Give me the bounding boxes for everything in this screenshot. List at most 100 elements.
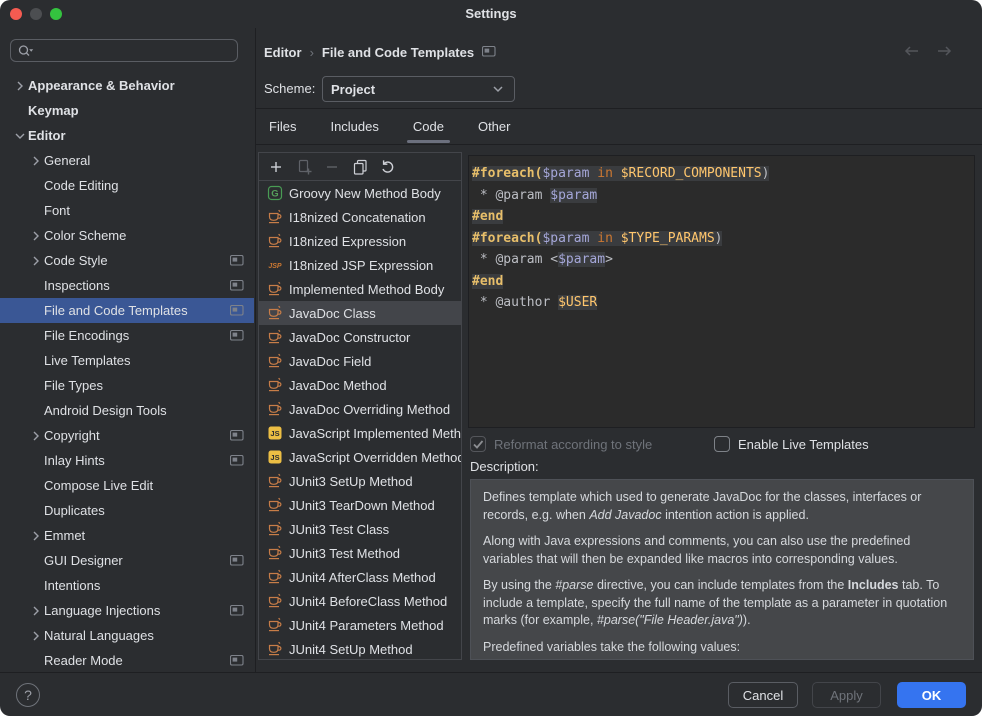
- sidebar-item-color-scheme[interactable]: Color Scheme: [0, 223, 254, 248]
- sidebar-item-emmet[interactable]: Emmet: [0, 523, 254, 548]
- sidebar-item-general[interactable]: General: [0, 148, 254, 173]
- template-item-junit4-parameters-method[interactable]: JUnit4 Parameters Method: [259, 613, 461, 637]
- chevron-down-icon[interactable]: [12, 128, 28, 144]
- sidebar-item-compose-live-edit[interactable]: Compose Live Edit: [0, 473, 254, 498]
- ok-button[interactable]: OK: [897, 682, 966, 708]
- sidebar-item-inlay-hints[interactable]: Inlay Hints: [0, 448, 254, 473]
- search-input[interactable]: [34, 42, 231, 59]
- java-file-icon: [267, 569, 283, 585]
- template-item-label: JavaDoc Field: [289, 354, 371, 369]
- template-list: GGroovy New Method BodyI18nized Concaten…: [259, 181, 461, 660]
- sidebar-item-reader-mode[interactable]: Reader Mode: [0, 648, 254, 672]
- sidebar-item-natural-languages[interactable]: Natural Languages: [0, 623, 254, 648]
- breadcrumb-editor[interactable]: Editor: [264, 45, 302, 60]
- template-item-i18nized-jsp-expression[interactable]: JSPI18nized JSP Expression: [259, 253, 461, 277]
- sidebar-item-keymap[interactable]: Keymap: [0, 98, 254, 123]
- sidebar-item-gui-designer[interactable]: GUI Designer: [0, 548, 254, 573]
- tree-indent: [28, 403, 44, 419]
- reset-to-default-icon[interactable]: [379, 158, 397, 176]
- title-bar: Settings: [0, 0, 982, 28]
- checkbox-box: [470, 436, 486, 452]
- template-item-javadoc-method[interactable]: JavaDoc Method: [259, 373, 461, 397]
- sidebar-item-live-templates[interactable]: Live Templates: [0, 348, 254, 373]
- template-item-junit4-afterclass-method[interactable]: JUnit4 AfterClass Method: [259, 565, 461, 589]
- arrow-left-icon[interactable]: [902, 44, 920, 58]
- java-file-icon: [267, 593, 283, 609]
- checkbox-box[interactable]: [714, 436, 730, 452]
- sidebar-item-label: Intentions: [44, 578, 254, 593]
- java-file-icon: [267, 281, 283, 297]
- sidebar-item-file-types[interactable]: File Types: [0, 373, 254, 398]
- sidebar-item-language-injections[interactable]: Language Injections: [0, 598, 254, 623]
- template-item-javadoc-overriding-method[interactable]: JavaDoc Overriding Method: [259, 397, 461, 421]
- template-item-implemented-method-body[interactable]: Implemented Method Body: [259, 277, 461, 301]
- tab-includes[interactable]: Includes: [326, 117, 382, 136]
- template-item-junit3-test-method[interactable]: JUnit3 Test Method: [259, 541, 461, 565]
- template-item-label: JavaDoc Overriding Method: [289, 402, 450, 417]
- chevron-right-icon[interactable]: [12, 78, 28, 94]
- sidebar-item-copyright[interactable]: Copyright: [0, 423, 254, 448]
- sidebar-item-font[interactable]: Font: [0, 198, 254, 223]
- code-line: #end: [472, 271, 974, 293]
- template-item-groovy-new-method-body[interactable]: GGroovy New Method Body: [259, 181, 461, 205]
- template-item-javadoc-field[interactable]: JavaDoc Field: [259, 349, 461, 373]
- chevron-right-icon[interactable]: [28, 153, 44, 169]
- template-item-junit3-setup-method[interactable]: JUnit3 SetUp Method: [259, 469, 461, 493]
- template-item-javascript-overridden-method-body[interactable]: JSJavaScript Overridden Method Body: [259, 445, 461, 469]
- chevron-right-icon[interactable]: [28, 253, 44, 269]
- checkbox-enable-live-templates[interactable]: Enable Live Templates: [714, 436, 869, 452]
- template-item-label: Groovy New Method Body: [289, 186, 441, 201]
- add-template-icon[interactable]: [267, 158, 285, 176]
- chevron-right-icon[interactable]: [28, 603, 44, 619]
- settings-search-field[interactable]: [10, 39, 238, 62]
- sidebar-item-label: Keymap: [28, 103, 254, 118]
- chevron-right-icon[interactable]: [28, 428, 44, 444]
- chevron-right-icon[interactable]: [28, 628, 44, 644]
- template-item-javadoc-class[interactable]: JavaDoc Class: [259, 301, 461, 325]
- template-item-junit4-beforeclass-method[interactable]: JUnit4 BeforeClass Method: [259, 589, 461, 613]
- template-item-javadoc-constructor[interactable]: JavaDoc Constructor: [259, 325, 461, 349]
- cancel-button[interactable]: Cancel: [728, 682, 798, 708]
- template-item-junit3-teardown-method[interactable]: JUnit3 TearDown Method: [259, 493, 461, 517]
- template-item-junit4-setup-method[interactable]: JUnit4 SetUp Method: [259, 637, 461, 660]
- template-item-junit3-test-class[interactable]: JUnit3 Test Class: [259, 517, 461, 541]
- sidebar-item-label: Android Design Tools: [44, 403, 254, 418]
- sidebar-item-code-editing[interactable]: Code Editing: [0, 173, 254, 198]
- template-code-editor[interactable]: #foreach($param in $RECORD_COMPONENTS) *…: [468, 155, 975, 428]
- sidebar-item-file-encodings[interactable]: File Encodings: [0, 323, 254, 348]
- template-item-i18nized-expression[interactable]: I18nized Expression: [259, 229, 461, 253]
- chevron-right-icon[interactable]: [28, 228, 44, 244]
- arrow-right-icon[interactable]: [936, 44, 954, 58]
- sidebar-item-editor[interactable]: Editor: [0, 123, 254, 148]
- tab-files[interactable]: Files: [265, 117, 300, 136]
- tab-code[interactable]: Code: [409, 117, 448, 136]
- sidebar-item-duplicates[interactable]: Duplicates: [0, 498, 254, 523]
- screen-icon: [230, 455, 244, 467]
- sidebar-item-intentions[interactable]: Intentions: [0, 573, 254, 598]
- chevron-down-icon: [490, 81, 506, 97]
- help-button[interactable]: ?: [16, 683, 40, 707]
- template-item-label: JUnit3 SetUp Method: [289, 474, 413, 489]
- sidebar-item-label: File Types: [44, 378, 254, 393]
- checkbox-label: Enable Live Templates: [738, 437, 869, 452]
- template-item-javascript-implemented-method-body[interactable]: JSJavaScript Implemented Method Body: [259, 421, 461, 445]
- scheme-dropdown[interactable]: Project: [322, 76, 515, 102]
- screen-icon: [230, 430, 244, 442]
- template-item-i18nized-concatenation[interactable]: I18nized Concatenation: [259, 205, 461, 229]
- breadcrumb-separator-icon: ›: [310, 45, 314, 60]
- duplicate-template-icon[interactable]: [351, 158, 369, 176]
- sidebar-item-android-design-tools[interactable]: Android Design Tools: [0, 398, 254, 423]
- template-item-label: JUnit4 BeforeClass Method: [289, 594, 447, 609]
- java-file-icon: [267, 377, 283, 393]
- sidebar-item-code-style[interactable]: Code Style: [0, 248, 254, 273]
- sidebar-item-file-and-code-templates[interactable]: File and Code Templates: [0, 298, 254, 323]
- sidebar-item-label: Inlay Hints: [44, 453, 230, 468]
- sidebar-item-label: Editor: [28, 128, 254, 143]
- template-item-label: JUnit3 TearDown Method: [289, 498, 435, 513]
- sidebar-item-inspections[interactable]: Inspections: [0, 273, 254, 298]
- chevron-right-icon[interactable]: [28, 528, 44, 544]
- checkbox-label: Reformat according to style: [494, 437, 652, 452]
- template-item-label: JUnit4 Parameters Method: [289, 618, 444, 633]
- sidebar-item-appearance-behavior[interactable]: Appearance & Behavior: [0, 73, 254, 98]
- tab-other[interactable]: Other: [474, 117, 515, 136]
